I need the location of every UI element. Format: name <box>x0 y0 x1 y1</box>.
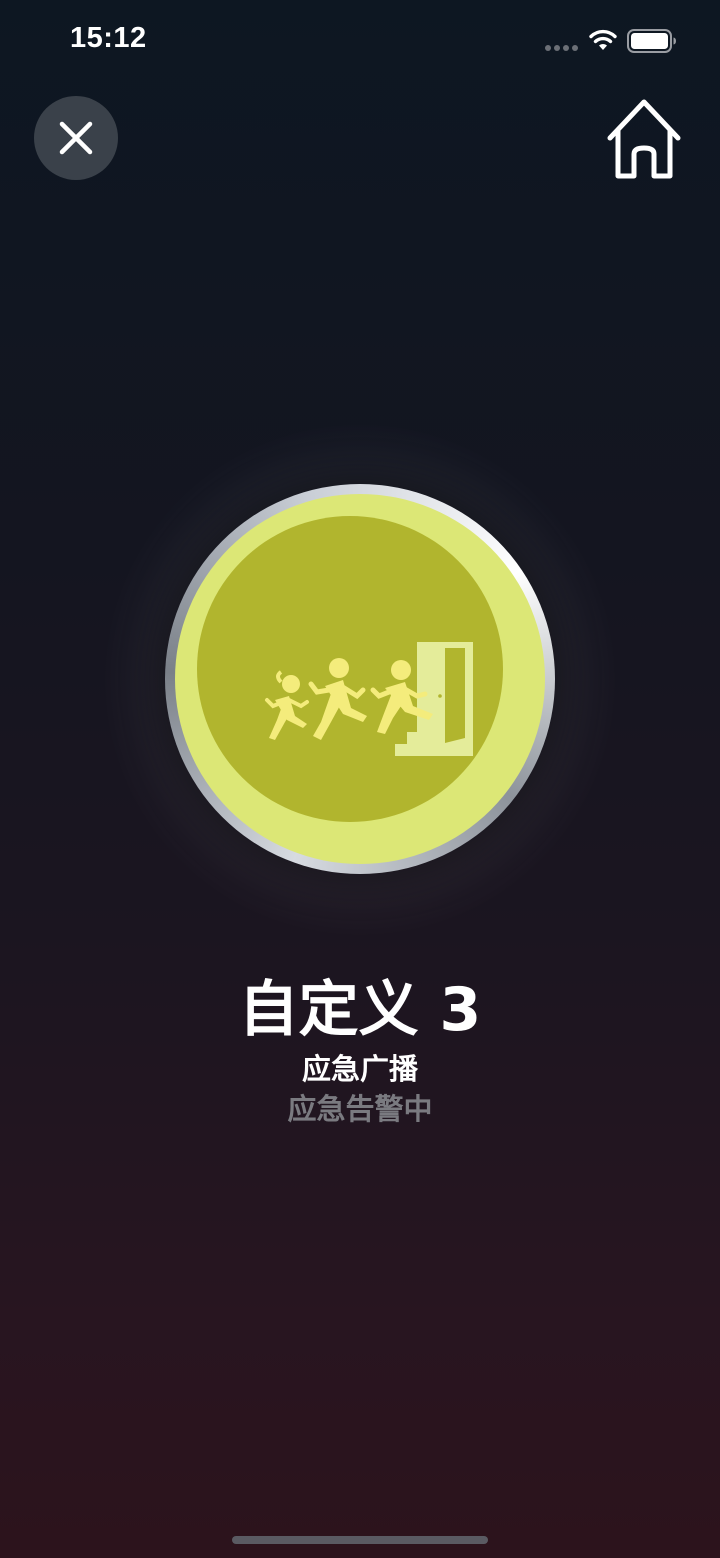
battery-full-icon <box>627 29 676 53</box>
evacuation-icon <box>265 642 473 756</box>
scene-status-label: 应急告警中 <box>287 1092 433 1126</box>
close-button[interactable] <box>34 96 118 180</box>
scene-type-label: 应急广播 <box>301 1052 418 1086</box>
close-icon <box>59 121 93 155</box>
home-indicator[interactable] <box>232 1536 488 1544</box>
home-button[interactable] <box>600 96 688 184</box>
status-bar: 15:12 <box>0 0 720 84</box>
cellular-signal-icon <box>545 45 578 51</box>
wifi-icon <box>589 29 617 50</box>
status-time: 15:12 <box>70 22 147 54</box>
home-icon <box>607 99 681 179</box>
scene-title: 自定义 3 <box>238 975 482 1045</box>
emergency-alarm-button[interactable] <box>165 484 555 874</box>
alarm-core <box>197 516 503 822</box>
